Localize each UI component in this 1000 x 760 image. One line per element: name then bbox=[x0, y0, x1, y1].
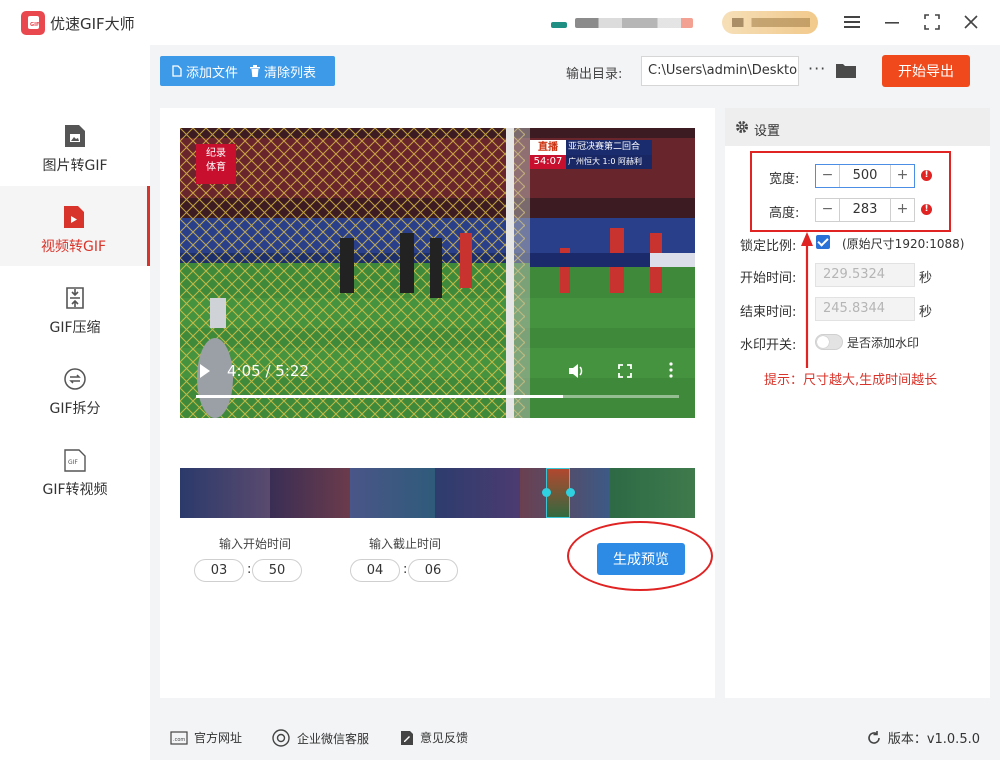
width-decrement-button[interactable]: − bbox=[816, 165, 840, 187]
folder-icon[interactable] bbox=[836, 62, 856, 78]
live-scoreboard: 直播 亚冠决赛第二回合 54:07 广州恒大 1:0 阿赫利 bbox=[530, 140, 652, 170]
refresh-icon bbox=[868, 730, 880, 744]
close-icon[interactable] bbox=[957, 9, 985, 35]
sidebar-item-gif-compress[interactable]: GIF压缩 bbox=[0, 267, 150, 347]
channel-logo: 纪录 体育 bbox=[196, 144, 236, 184]
file-icon bbox=[172, 65, 182, 77]
timeline-start-handle[interactable] bbox=[542, 488, 551, 497]
promo-banner[interactable] bbox=[545, 14, 695, 32]
toolbar: 添加文件 清除列表 输出目录: C:\Users\admin\Desktop ·… bbox=[150, 45, 1000, 97]
warning-icon: ! bbox=[921, 170, 932, 181]
app-logo-icon: GIF bbox=[21, 11, 45, 35]
output-path-field[interactable]: C:\Users\admin\Desktop bbox=[641, 56, 799, 86]
width-increment-button[interactable]: + bbox=[890, 165, 914, 187]
wechat-service-link[interactable]: 企业微信客服 bbox=[271, 729, 369, 747]
add-file-button[interactable]: 添加文件 bbox=[160, 56, 246, 86]
start-second-input[interactable]: 50 bbox=[252, 559, 302, 582]
image-file-icon bbox=[62, 123, 88, 149]
gear-icon bbox=[736, 121, 748, 133]
output-dir-label: 输出目录: bbox=[566, 67, 623, 82]
start-time-field[interactable]: 229.5324 bbox=[815, 263, 915, 287]
footer: .com 官方网址 企业微信客服 意见反馈 版本：v1.0.5.0 bbox=[150, 712, 1000, 760]
height-increment-button[interactable]: + bbox=[890, 199, 914, 221]
feedback-icon bbox=[401, 730, 413, 745]
annotation-arrow-icon bbox=[801, 232, 813, 368]
title-bar: GIF 优速GIF大师 bbox=[0, 0, 1000, 45]
colon-separator: : bbox=[403, 562, 408, 577]
original-size-note: (原始尺寸1920:1088) bbox=[842, 237, 965, 251]
clear-list-button[interactable]: 清除列表 bbox=[246, 56, 324, 86]
height-stepper[interactable]: − 283 + bbox=[815, 198, 915, 222]
colon-separator: : bbox=[247, 562, 252, 577]
minimize-icon[interactable] bbox=[878, 9, 906, 35]
menu-icon[interactable] bbox=[838, 9, 866, 35]
settings-header: 设置 bbox=[725, 108, 990, 146]
export-button[interactable]: 开始导出 bbox=[882, 55, 970, 87]
sidebar-item-image-to-gif[interactable]: 图片转GIF bbox=[0, 105, 150, 185]
video-progress-bar[interactable] bbox=[196, 395, 679, 398]
sidebar-item-label: 图片转GIF bbox=[42, 158, 108, 174]
tip-text: 提示：尺寸越大,生成时间越长 bbox=[764, 373, 938, 388]
watermark-label: 水印开关: bbox=[740, 338, 797, 353]
seconds-unit: 秒 bbox=[919, 271, 933, 286]
trash-icon bbox=[250, 65, 261, 77]
sidebar-item-gif-split[interactable]: GIF拆分 bbox=[0, 348, 150, 428]
main-panel: 纪录 体育 直播 亚冠决赛第二回合 54:07 广州恒大 1:0 阿赫利 4:05… bbox=[160, 108, 715, 698]
maximize-icon[interactable] bbox=[918, 9, 946, 35]
timeline-end-handle[interactable] bbox=[566, 488, 575, 497]
settings-panel: 设置 宽度: − 500 + ! 高度: − 283 + ! 锁定比例: (原始… bbox=[725, 108, 990, 698]
sidebar-item-label: GIF转视频 bbox=[42, 482, 108, 498]
gif-file-icon: GIF bbox=[62, 447, 88, 473]
end-time-field[interactable]: 245.8344 bbox=[815, 297, 915, 321]
height-label: 高度: bbox=[769, 206, 800, 221]
svg-text:GIF: GIF bbox=[68, 459, 78, 466]
generate-preview-button[interactable]: 生成预览 bbox=[597, 543, 685, 575]
width-stepper[interactable]: − 500 + bbox=[815, 164, 915, 188]
file-button-group: 添加文件 清除列表 bbox=[160, 56, 335, 86]
website-icon: .com bbox=[170, 730, 188, 745]
sidebar-item-label: GIF压缩 bbox=[49, 320, 101, 336]
sidebar: 图片转GIF 视频转GIF GIF压缩 GIF拆分 GIF GIF转视频 bbox=[0, 45, 150, 760]
settings-title: 设置 bbox=[754, 124, 781, 139]
vip-banner[interactable] bbox=[722, 11, 818, 34]
watermark-toggle[interactable] bbox=[815, 334, 843, 350]
video-player[interactable]: 纪录 体育 直播 亚冠决赛第二回合 54:07 广州恒大 1:0 阿赫利 4:05… bbox=[180, 128, 695, 418]
height-decrement-button[interactable]: − bbox=[816, 199, 840, 221]
end-time-label: 结束时间: bbox=[740, 305, 797, 320]
sidebar-item-label: 视频转GIF bbox=[40, 239, 107, 255]
compress-icon bbox=[62, 285, 88, 311]
timeline-strip[interactable] bbox=[180, 468, 695, 518]
height-value[interactable]: 283 bbox=[840, 199, 890, 221]
play-icon[interactable] bbox=[200, 364, 210, 378]
start-time-label: 输入开始时间 bbox=[219, 537, 292, 551]
lock-ratio-label: 锁定比例: bbox=[740, 239, 797, 254]
watermark-toggle-label: 是否添加水印 bbox=[847, 336, 920, 350]
chat-icon bbox=[272, 729, 290, 747]
split-icon bbox=[62, 366, 88, 392]
end-second-input[interactable]: 06 bbox=[408, 559, 458, 582]
warning-icon: ! bbox=[921, 204, 932, 215]
svg-text:.com: .com bbox=[173, 737, 185, 743]
width-label: 宽度: bbox=[769, 172, 800, 187]
seconds-unit: 秒 bbox=[919, 305, 933, 320]
lock-ratio-checkbox[interactable] bbox=[816, 235, 830, 249]
sidebar-item-label: GIF拆分 bbox=[49, 401, 101, 417]
video-time: 4:05 / 5:22 bbox=[227, 362, 309, 380]
end-time-label: 输入截止时间 bbox=[369, 537, 442, 551]
start-minute-input[interactable]: 03 bbox=[194, 559, 244, 582]
width-value[interactable]: 500 bbox=[840, 165, 890, 187]
more-options-button[interactable]: ··· bbox=[808, 59, 826, 78]
app-title: 优速GIF大师 bbox=[50, 15, 135, 33]
video-file-icon bbox=[61, 204, 87, 230]
start-time-label: 开始时间: bbox=[740, 271, 797, 286]
version-info[interactable]: 版本：v1.0.5.0 bbox=[866, 728, 980, 747]
sidebar-item-gif-to-video[interactable]: GIF GIF转视频 bbox=[0, 429, 150, 509]
clear-list-label: 清除列表 bbox=[264, 65, 317, 81]
sidebar-item-video-to-gif[interactable]: 视频转GIF bbox=[0, 186, 150, 266]
end-minute-input[interactable]: 04 bbox=[350, 559, 400, 582]
feedback-link[interactable]: 意见反馈 bbox=[400, 729, 468, 746]
website-link[interactable]: .com 官方网址 bbox=[170, 729, 242, 746]
add-file-label: 添加文件 bbox=[186, 65, 239, 81]
